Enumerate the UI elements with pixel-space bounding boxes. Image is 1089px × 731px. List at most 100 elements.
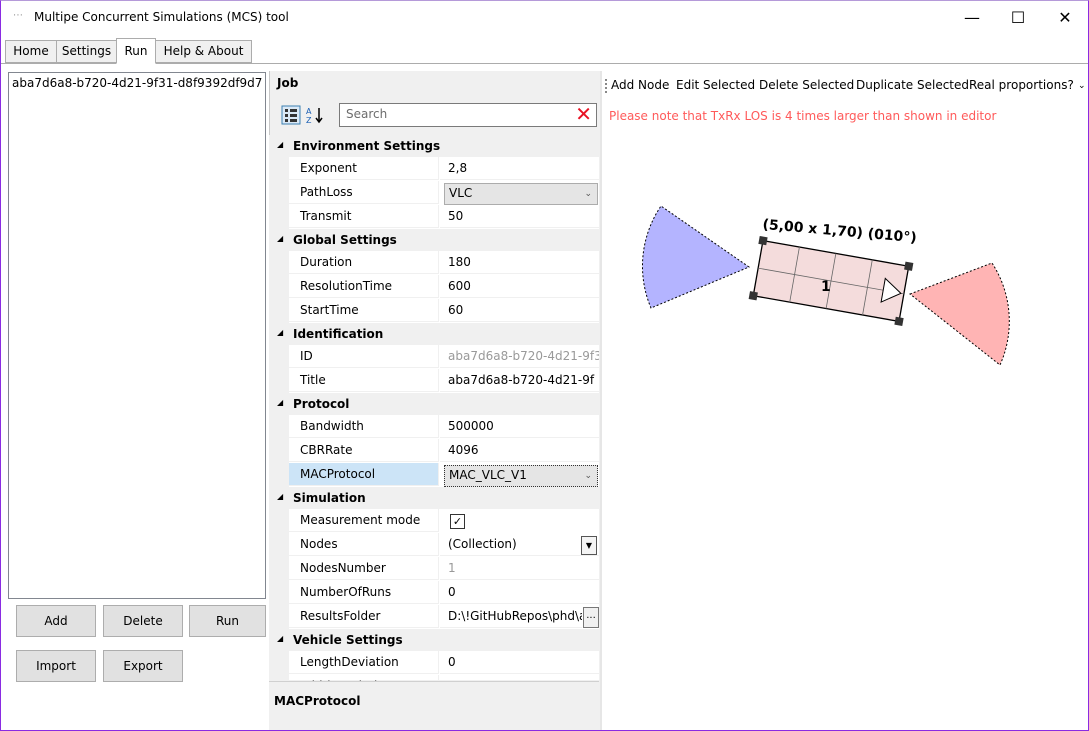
category-global[interactable]: ◢ Global Settings <box>269 229 599 251</box>
property-value[interactable]: aba7d6a8-b720-4d21-9f <box>440 369 599 392</box>
collapse-arrow-icon[interactable]: ◢ <box>277 234 283 243</box>
maximize-button[interactable]: ☐ <box>995 1 1041 34</box>
property-value[interactable]: (Collection) <box>440 533 599 556</box>
property-value[interactable]: 60 <box>440 299 599 322</box>
property-value[interactable]: 4096 <box>440 439 599 462</box>
svg-text:Z: Z <box>306 116 312 125</box>
real-proportions-toggle[interactable]: Real proportions? <box>969 78 1074 92</box>
tab-settings[interactable]: Settings <box>56 40 117 63</box>
pathloss-select[interactable]: VLC ⌄ <box>444 183 598 205</box>
browse-button[interactable]: ... <box>583 607 599 628</box>
add-node-button[interactable]: Add Node <box>611 78 669 92</box>
property-value[interactable]: D:\!GitHubRepos\phd\a <box>440 605 582 628</box>
property-name: Title <box>289 369 439 392</box>
property-name: PathLoss <box>289 181 439 204</box>
property-row-nodesnumber[interactable]: NodesNumber 1 <box>269 557 599 581</box>
property-name: NumberOfRuns <box>289 581 439 604</box>
property-value[interactable]: 50 <box>440 205 599 228</box>
property-row-bandwidth[interactable]: Bandwidth 500000 <box>269 415 599 439</box>
category-protocol[interactable]: ◢ Protocol <box>269 393 599 415</box>
property-row-resolution[interactable]: ResolutionTime 600 <box>269 275 599 299</box>
property-row-lengthdeviation[interactable]: LengthDeviation 0 <box>269 651 599 675</box>
duplicate-selected-button[interactable]: Duplicate Selected <box>856 78 969 92</box>
property-name: LengthDeviation <box>289 651 439 674</box>
property-value[interactable]: 0 <box>440 581 599 604</box>
node-number: 1 <box>821 279 831 295</box>
property-value[interactable]: 600 <box>440 275 599 298</box>
property-row-cbrrate[interactable]: CBRRate 4096 <box>269 439 599 463</box>
property-value[interactable]: 2,8 <box>440 157 599 180</box>
node-editor-canvas[interactable]: 1 (5,00 x 1,70) (010°) <box>603 123 1088 723</box>
property-value[interactable]: 500000 <box>440 415 599 438</box>
property-row-exponent[interactable]: Exponent 2,8 <box>269 157 599 181</box>
node-label: (5,00 x 1,70) (010°) <box>762 217 917 246</box>
category-label: Simulation <box>293 491 366 505</box>
minimize-button[interactable]: — <box>949 1 995 34</box>
category-label: Environment Settings <box>293 139 441 153</box>
property-row-duration[interactable]: Duration 180 <box>269 251 599 275</box>
export-button[interactable]: Export <box>103 650 183 682</box>
delete-selected-button[interactable]: Delete Selected <box>759 78 854 92</box>
job-list[interactable]: aba7d6a8-b720-4d21-9f31-d8f9392df9d7 <box>8 72 266 599</box>
property-row-macprotocol[interactable]: MACProtocol MAC_VLC_V1 ⌄ <box>269 463 599 487</box>
collapse-arrow-icon[interactable]: ◢ <box>277 140 283 149</box>
app-icon: ⋯ <box>13 10 23 21</box>
macprotocol-select[interactable]: MAC_VLC_V1 ⌄ <box>444 465 598 487</box>
property-name: Transmit <box>289 205 439 228</box>
property-row-numberofruns[interactable]: NumberOfRuns 0 <box>269 581 599 605</box>
toolbar-overflow-icon[interactable]: ⌄ <box>1078 81 1086 91</box>
property-value: aba7d6a8-b720-4d21-9f3 <box>440 345 599 368</box>
collapse-arrow-icon[interactable]: ◢ <box>277 398 283 407</box>
toolbar-grip-icon[interactable] <box>605 79 609 93</box>
property-row-transmit[interactable]: Transmit 50 <box>269 205 599 229</box>
clear-search-icon[interactable]: ✕ <box>575 103 592 125</box>
svg-text:A: A <box>306 107 312 116</box>
window-title: Multipe Concurrent Simulations (MCS) too… <box>34 10 289 24</box>
tab-strip-line <box>1 63 1088 64</box>
property-row-id[interactable]: ID aba7d6a8-b720-4d21-9f3 <box>269 345 599 369</box>
property-row-resultsfolder[interactable]: ResultsFolder D:\!GitHubRepos\phd\a ... <box>269 605 599 629</box>
collapse-arrow-icon[interactable]: ◢ <box>277 634 283 643</box>
tab-home[interactable]: Home <box>5 40 57 63</box>
property-grid-title: Job <box>277 76 299 90</box>
search-input[interactable]: Search ✕ <box>339 103 597 127</box>
app-window: ⋯ Multipe Concurrent Simulations (MCS) t… <box>0 0 1089 731</box>
edit-selected-button[interactable]: Edit Selected <box>676 78 755 92</box>
property-row-measurement[interactable]: Measurement mode ✓ <box>269 509 599 533</box>
category-label: Vehicle Settings <box>293 633 403 647</box>
run-button[interactable]: Run <box>189 605 266 637</box>
add-button[interactable]: Add <box>16 605 96 637</box>
measurement-checkbox[interactable]: ✓ <box>450 514 465 529</box>
property-value[interactable]: 180 <box>440 251 599 274</box>
property-name: MACProtocol <box>289 463 439 486</box>
tab-run[interactable]: Run <box>116 38 156 64</box>
categorized-icon[interactable] <box>281 105 301 125</box>
panel-splitter[interactable] <box>600 71 602 730</box>
list-item[interactable]: aba7d6a8-b720-4d21-9f31-d8f9392df9d7 <box>9 73 268 93</box>
collapse-arrow-icon[interactable]: ◢ <box>277 328 283 337</box>
property-name: ResolutionTime <box>289 275 439 298</box>
property-name: Exponent <box>289 157 439 180</box>
collapse-arrow-icon[interactable]: ◢ <box>277 492 283 501</box>
property-name: Duration <box>289 251 439 274</box>
property-value[interactable]: 0 <box>440 651 599 674</box>
node-1[interactable]: 1 (5,00 x 1,70) (010°) <box>641 205 1010 366</box>
sort-alphabetical-icon[interactable]: AZ <box>305 105 325 125</box>
delete-button[interactable]: Delete <box>103 605 183 637</box>
category-simulation[interactable]: ◢ Simulation <box>269 487 599 509</box>
property-row-title[interactable]: Title aba7d6a8-b720-4d21-9f <box>269 369 599 393</box>
property-name: ResultsFolder <box>289 605 439 628</box>
category-vehicle[interactable]: ◢ Vehicle Settings <box>269 629 599 651</box>
editor-toolbar: Add Node Edit Selected Delete Selected D… <box>603 75 1088 97</box>
property-name: Nodes <box>289 533 439 556</box>
category-identification[interactable]: ◢ Identification <box>269 323 599 345</box>
property-row-nodes[interactable]: Nodes (Collection) ▼ <box>269 533 599 557</box>
property-row-starttime[interactable]: StartTime 60 <box>269 299 599 323</box>
close-button[interactable]: ✕ <box>1042 1 1088 34</box>
property-row-pathloss[interactable]: PathLoss VLC ⌄ <box>269 181 599 205</box>
category-environment[interactable]: ◢ Environment Settings <box>269 135 599 157</box>
tab-help-about[interactable]: Help & About <box>155 40 252 63</box>
category-label: Protocol <box>293 397 350 411</box>
dropdown-arrow-icon[interactable]: ▼ <box>581 536 597 555</box>
import-button[interactable]: Import <box>16 650 96 682</box>
